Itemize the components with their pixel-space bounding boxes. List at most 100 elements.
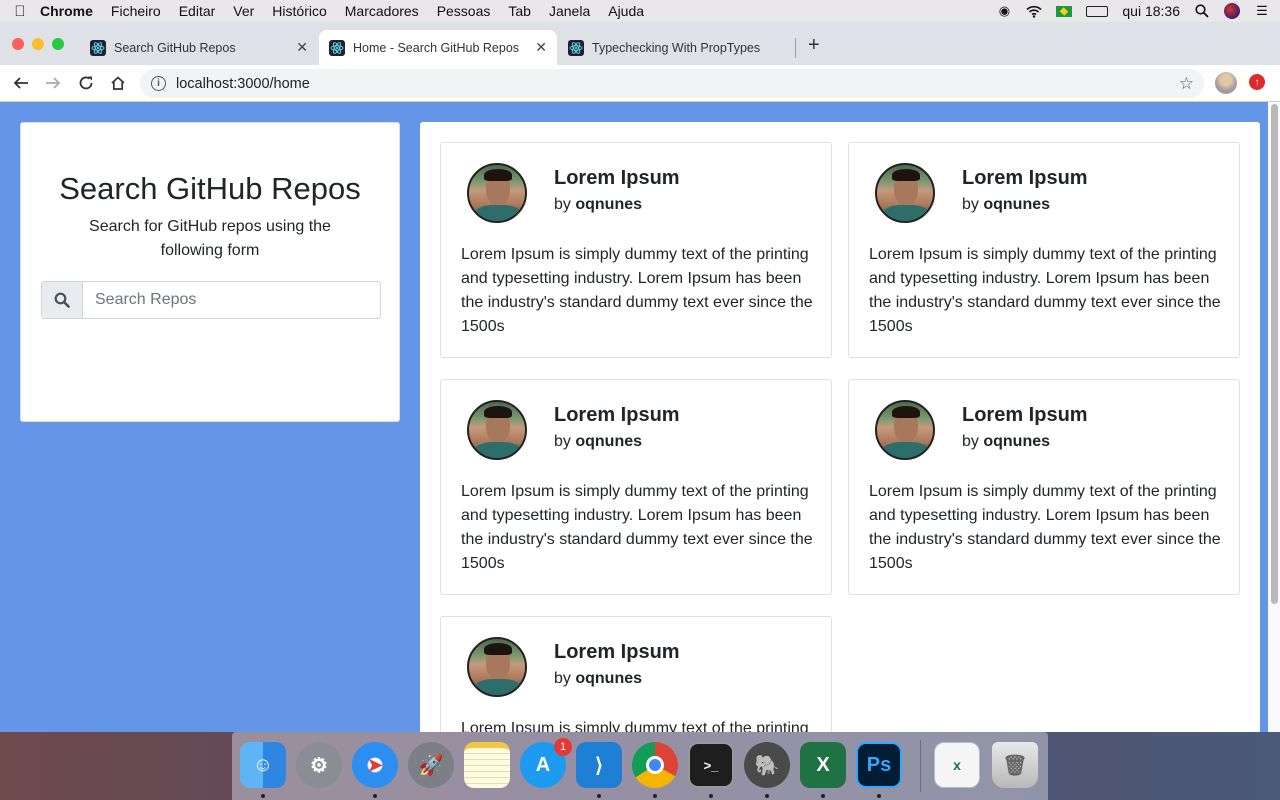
- menu-ficheiro[interactable]: Ficheiro: [111, 3, 161, 19]
- menu-tab[interactable]: Tab: [508, 3, 531, 19]
- menu-janela[interactable]: Janela: [549, 3, 590, 19]
- running-indicator: [877, 794, 881, 798]
- search-form: [41, 281, 381, 319]
- running-indicator: [373, 794, 377, 798]
- page-scrollbar[interactable]: [1268, 102, 1280, 732]
- author-avatar: [875, 163, 935, 223]
- repo-author-line: by oqnunes: [962, 433, 1051, 450]
- menu-ver[interactable]: Ver: [233, 3, 254, 19]
- vscode-icon[interactable]: ⟩: [576, 742, 622, 788]
- repo-card[interactable]: Lorem Ipsum by oqnunes Lorem Ipsum is si…: [440, 616, 832, 732]
- extension-icon[interactable]: ↑: [1249, 74, 1265, 90]
- repo-title: Lorem Ipsum: [554, 404, 680, 426]
- minimize-window-button[interactable]: [32, 38, 44, 50]
- macos-menu-bar:  Chrome Ficheiro Editar Ver Histórico M…: [0, 0, 1280, 22]
- search-input[interactable]: [83, 282, 380, 318]
- repo-author: oqnunes: [983, 196, 1051, 213]
- repo-description: Lorem Ipsum is simply dummy text of the …: [461, 720, 809, 732]
- photoshop-icon[interactable]: Ps: [856, 742, 902, 788]
- site-info-icon[interactable]: i: [151, 76, 166, 91]
- page-title: Search GitHub Repos: [59, 171, 361, 206]
- close-tab-icon[interactable]: ✕: [535, 39, 547, 56]
- tab-home-search-github-repos[interactable]: Home - Search GitHub Repos ✕: [319, 30, 557, 65]
- terminal-icon[interactable]: >_: [688, 742, 734, 788]
- react-favicon-icon: [568, 39, 584, 56]
- notes-icon[interactable]: [464, 742, 510, 788]
- repo-title: Lorem Ipsum: [962, 167, 1088, 189]
- bookmark-star-icon[interactable]: ☆: [1179, 74, 1194, 94]
- tab-divider: [795, 38, 796, 58]
- input-source-flag-icon[interactable]: [1056, 5, 1073, 17]
- repo-card[interactable]: Lorem Ipsum by oqnunes Lorem Ipsum is si…: [440, 379, 832, 595]
- reload-icon[interactable]: [75, 72, 97, 94]
- repo-title: Lorem Ipsum: [554, 641, 680, 663]
- dock-divider: [920, 740, 921, 792]
- author-avatar: [467, 400, 527, 460]
- wifi-icon[interactable]: [1026, 4, 1042, 18]
- spotlight-search-icon[interactable]: [1194, 4, 1210, 18]
- siri-icon[interactable]: [1224, 3, 1240, 19]
- tab-typechecking-with-proptypes[interactable]: Typechecking With PropTypes: [558, 30, 794, 65]
- tab-label: Typechecking With PropTypes: [592, 40, 761, 55]
- tab-label: Home - Search GitHub Repos: [353, 40, 520, 55]
- react-favicon-icon: [90, 39, 106, 56]
- tableplus-icon[interactable]: 🐘: [744, 742, 790, 788]
- address-bar[interactable]: i localhost:3000/home ☆: [140, 69, 1204, 98]
- menubar-clock[interactable]: qui 18:36: [1122, 3, 1180, 19]
- repo-author-line: by oqnunes: [554, 196, 643, 213]
- author-avatar: [875, 400, 935, 460]
- trash-icon[interactable]: 🗑: [992, 742, 1038, 788]
- repo-card[interactable]: Lorem Ipsum by oqnunes Lorem Ipsum is si…: [440, 142, 832, 358]
- apple-icon[interactable]: : [0, 3, 40, 20]
- search-icon: [42, 282, 83, 318]
- repo-author-line: by oqnunes: [554, 670, 643, 687]
- repo-description: Lorem Ipsum is simply dummy text of the …: [869, 246, 1221, 335]
- excel-document-icon[interactable]: x: [934, 742, 980, 788]
- author-avatar: [467, 163, 527, 223]
- author-avatar: [467, 637, 527, 697]
- back-arrow-icon[interactable]: [10, 72, 32, 94]
- notification-center-icon[interactable]: ☰: [1254, 3, 1270, 18]
- maximize-window-button[interactable]: [52, 38, 64, 50]
- forward-arrow-icon[interactable]: [42, 72, 64, 94]
- menu-marcadores[interactable]: Marcadores: [345, 3, 419, 19]
- window-controls: [12, 38, 64, 50]
- battery-icon[interactable]: [1086, 5, 1109, 17]
- repo-card[interactable]: Lorem Ipsum by oqnunes Lorem Ipsum is si…: [848, 379, 1240, 595]
- tab-label: Search GitHub Repos: [114, 40, 236, 55]
- repo-description: Lorem Ipsum is simply dummy text of the …: [869, 483, 1221, 572]
- app-store-badge: 1: [554, 738, 572, 756]
- close-tab-icon[interactable]: ✕: [296, 39, 308, 56]
- creative-cloud-icon[interactable]: ◉: [996, 3, 1012, 18]
- repo-title: Lorem Ipsum: [554, 167, 680, 189]
- finder-icon[interactable]: ☺: [240, 742, 286, 788]
- search-sidebar-card: Search GitHub Repos Search for GitHub re…: [20, 122, 400, 422]
- home-icon[interactable]: [107, 72, 129, 94]
- tab-search-github-repos[interactable]: Search GitHub Repos ✕: [80, 30, 318, 65]
- chrome-icon[interactable]: [632, 742, 678, 788]
- running-indicator: [765, 794, 769, 798]
- address-bar-url[interactable]: localhost:3000/home: [176, 76, 310, 92]
- excel-icon[interactable]: X: [800, 742, 846, 788]
- menu-ajuda[interactable]: Ajuda: [608, 3, 644, 19]
- system-preferences-icon[interactable]: ⚙: [296, 742, 342, 788]
- profile-avatar-icon[interactable]: [1215, 72, 1237, 94]
- page-subtitle: Search for GitHub repos using the follow…: [89, 218, 331, 259]
- running-indicator: [821, 794, 825, 798]
- menu-historico[interactable]: Histórico: [272, 3, 326, 19]
- repo-description: Lorem Ipsum is simply dummy text of the …: [461, 246, 813, 335]
- scrollbar-thumb[interactable]: [1271, 104, 1278, 604]
- running-indicator: [261, 794, 265, 798]
- repo-author-line: by oqnunes: [554, 433, 643, 450]
- new-tab-button[interactable]: +: [808, 34, 820, 57]
- running-indicator: [653, 794, 657, 798]
- browser-tab-strip: Search GitHub Repos ✕ Home - Search GitH…: [0, 22, 1280, 65]
- launchpad-icon[interactable]: 🚀: [408, 742, 454, 788]
- menu-editar[interactable]: Editar: [179, 3, 216, 19]
- menu-pessoas[interactable]: Pessoas: [437, 3, 491, 19]
- safari-icon[interactable]: ➤: [352, 742, 398, 788]
- menu-chrome[interactable]: Chrome: [40, 3, 93, 19]
- close-window-button[interactable]: [12, 38, 24, 50]
- repo-card[interactable]: Lorem Ipsum by oqnunes Lorem Ipsum is si…: [848, 142, 1240, 358]
- repo-author: oqnunes: [575, 433, 643, 450]
